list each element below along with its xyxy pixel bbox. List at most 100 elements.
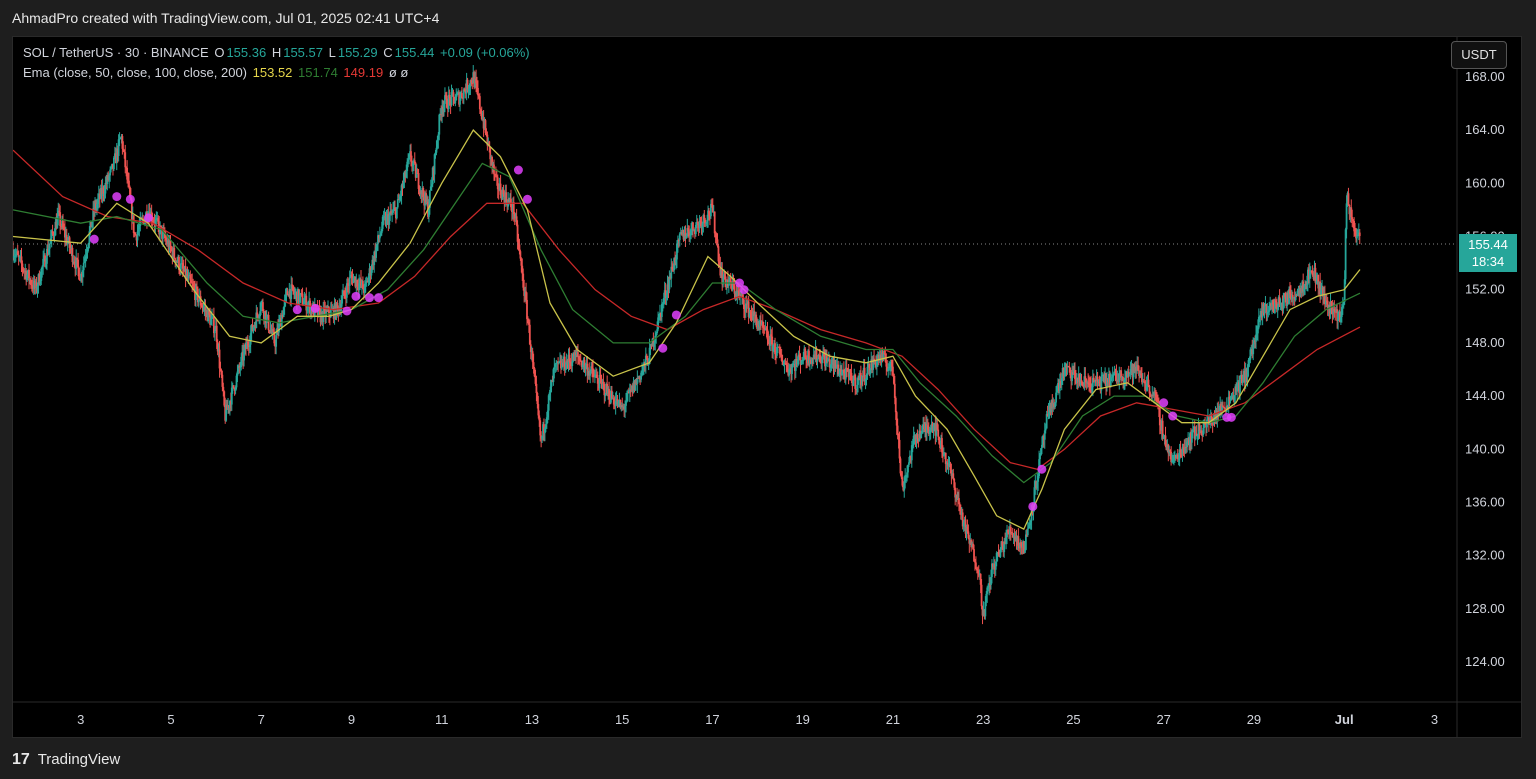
candle-body xyxy=(132,215,135,234)
low-label: L xyxy=(328,45,336,60)
x-tick-label: 21 xyxy=(886,712,900,727)
candle-body xyxy=(452,92,455,97)
currency-button[interactable]: USDT xyxy=(1451,41,1507,69)
candle-body xyxy=(1068,366,1071,368)
x-tick-label: 9 xyxy=(348,712,355,727)
candle-body xyxy=(1358,232,1361,237)
close-value: 155.44 xyxy=(394,45,435,60)
candle-body xyxy=(82,262,85,271)
candle-body xyxy=(1351,217,1354,220)
high-label: H xyxy=(271,45,282,60)
y-tick-label: 136.00 xyxy=(1465,495,1505,510)
ohlc-legend: SOL / TetherUS · 30 · BINANCE O 155.36 H1… xyxy=(23,45,532,60)
x-tick-label: 15 xyxy=(615,712,629,727)
ema50-value: 153.52 xyxy=(252,65,293,80)
candle-body xyxy=(866,366,869,375)
candle-body xyxy=(1039,455,1041,460)
y-tick-label: 132.00 xyxy=(1465,548,1505,563)
candle-body xyxy=(1268,310,1271,312)
footer: 17 TradingView xyxy=(0,740,1536,779)
x-tick-label: 13 xyxy=(525,712,539,727)
ema-cross-marker xyxy=(513,165,523,175)
candle-body xyxy=(348,277,351,286)
y-tick-label: 140.00 xyxy=(1465,441,1505,456)
y-tick-label: 148.00 xyxy=(1465,335,1505,350)
close-label: C xyxy=(383,45,393,60)
high-value: 155.57 xyxy=(283,45,323,60)
x-tick-label: 3 xyxy=(1431,712,1438,727)
x-tick-label: 19 xyxy=(795,712,809,727)
y-tick-label: 152.00 xyxy=(1465,282,1505,297)
ema-cross-marker xyxy=(342,306,352,316)
header-title: AhmadPro created with TradingView.com, J… xyxy=(12,10,440,26)
candle-body xyxy=(213,330,216,334)
x-tick-label: 3 xyxy=(77,712,84,727)
candle-body xyxy=(713,211,716,234)
price-chart[interactable]: 124.00 128.00 132.00 136.00 140.00 144.00 148.… xyxy=(13,37,1521,737)
candle-body xyxy=(160,225,162,228)
candle-body xyxy=(1026,528,1029,536)
y-tick-label: 168.00 xyxy=(1465,69,1505,84)
ema-cross-marker xyxy=(374,293,384,303)
chart-header: AhmadPro created with TradingView.com, J… xyxy=(0,0,1536,36)
candle-body xyxy=(1347,193,1350,205)
ema-indicator-label[interactable]: Ema (close, 50, close, 100, close, 200) xyxy=(23,65,247,80)
y-tick-label: 144.00 xyxy=(1465,388,1505,403)
y-tick-label: 128.00 xyxy=(1465,601,1505,616)
symbol-label[interactable]: SOL / TetherUS · 30 · BINANCE xyxy=(23,45,209,60)
candle-body xyxy=(892,366,894,374)
ema-cross-marker xyxy=(1226,412,1236,422)
candle-body xyxy=(1263,305,1266,314)
chart-panel[interactable]: 124.00 128.00 132.00 136.00 140.00 144.00 148.… xyxy=(12,36,1522,738)
open-label: O xyxy=(214,45,225,60)
tradingview-logo-icon[interactable]: 17 xyxy=(12,751,30,768)
candle-body xyxy=(854,374,857,389)
x-tick-label: 5 xyxy=(167,712,174,727)
x-tick-label: 7 xyxy=(258,712,265,727)
open-value: 155.36 xyxy=(226,45,267,60)
ema-cross-marker xyxy=(364,293,374,303)
x-tick-label: 11 xyxy=(435,712,449,727)
candle-body xyxy=(678,233,681,241)
ema-cross-marker xyxy=(143,213,153,223)
candle-body xyxy=(792,364,794,367)
candle-body xyxy=(898,439,901,459)
ema-cross-marker xyxy=(112,192,122,202)
candle-body xyxy=(48,243,51,249)
ema-cross-marker xyxy=(1037,464,1047,474)
candle-body xyxy=(78,267,80,280)
ema-cross-marker xyxy=(292,305,302,315)
candle-body xyxy=(395,207,398,219)
change-value: +0.09 (+0.06%) xyxy=(440,45,530,60)
ema-cross-marker xyxy=(310,303,320,313)
ema-legend: Ema (close, 50, close, 100, close, 200) … xyxy=(23,65,410,80)
brand-label[interactable]: TradingView xyxy=(38,751,121,768)
candle-body xyxy=(1009,527,1012,533)
candle-body xyxy=(937,429,940,437)
ema-cross-marker xyxy=(351,291,361,301)
ema-cross-marker xyxy=(658,343,668,353)
candle-body xyxy=(916,434,919,439)
candle-body xyxy=(1055,392,1057,403)
x-tick-label: 17 xyxy=(705,712,719,727)
ema-cross-marker xyxy=(89,234,99,244)
ema-extra-values: ø ø xyxy=(388,65,409,80)
ema200-line xyxy=(13,149,1361,471)
ema-cross-marker xyxy=(1028,501,1038,511)
candle-body xyxy=(113,157,115,170)
x-tick-label: 25 xyxy=(1066,712,1080,727)
x-tick-label: 23 xyxy=(976,712,990,727)
candle-body xyxy=(894,397,897,413)
last-price-tag: 155.44 18:34 xyxy=(1459,233,1517,272)
candle-body xyxy=(478,96,481,110)
candle-body xyxy=(852,380,855,386)
ema100-line xyxy=(13,162,1361,484)
low-value: 155.29 xyxy=(337,45,378,60)
candle-body xyxy=(791,366,793,375)
y-tick-label: 164.00 xyxy=(1465,122,1505,137)
ema-cross-marker xyxy=(125,194,135,204)
x-tick-label: 27 xyxy=(1156,712,1170,727)
ema-cross-marker xyxy=(522,194,532,204)
candle-body xyxy=(980,584,983,607)
candle-body xyxy=(577,352,579,357)
